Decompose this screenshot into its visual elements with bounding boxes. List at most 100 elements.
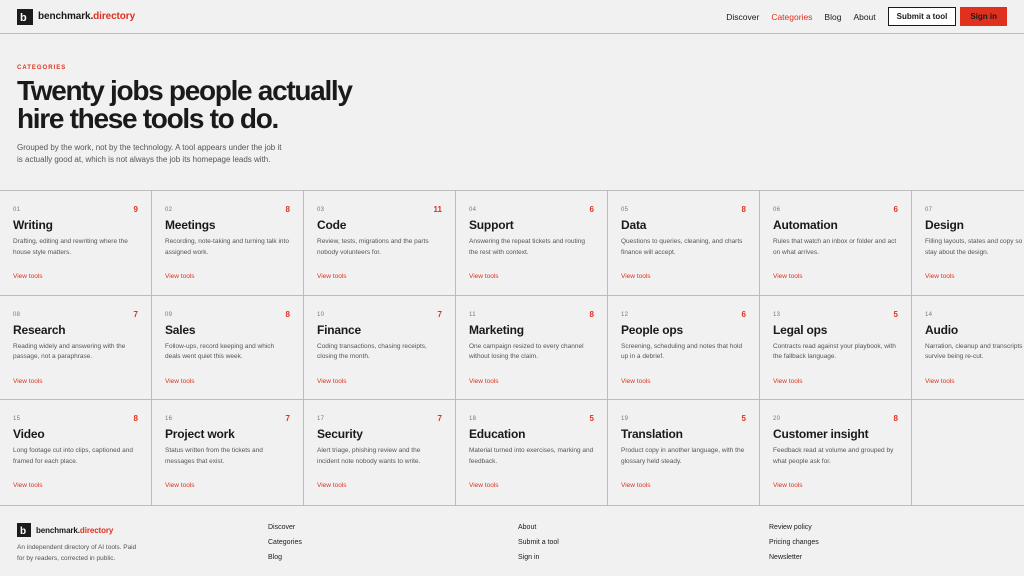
footer-col-1: Discover Categories Blog bbox=[268, 524, 302, 569]
category-card[interactable]: 08 7 Research Reading widely and answering … bbox=[0, 295, 152, 400]
nav-discover[interactable]: Discover bbox=[726, 12, 759, 22]
category-card[interactable]: 19 5 Translation Product copy in another la… bbox=[608, 400, 760, 505]
nav-blog[interactable]: Blog bbox=[824, 12, 841, 22]
category-title: Audio bbox=[925, 322, 958, 337]
view-tools-link[interactable]: View tools bbox=[621, 482, 651, 489]
footer-logo-text: benchmark.directory bbox=[36, 526, 113, 535]
view-tools-link[interactable]: View tools bbox=[469, 273, 499, 280]
category-card[interactable]: 05 8 Data Questions to queries, cleaning, a… bbox=[608, 191, 760, 296]
category-tool-count: 5 bbox=[589, 414, 594, 423]
title-line-2: hire these tools to do. bbox=[17, 103, 279, 134]
category-tool-count: 6 bbox=[589, 205, 594, 214]
category-description: Product copy in another language, with t… bbox=[621, 447, 745, 465]
category-number: 02 bbox=[165, 207, 173, 213]
site-header: b benchmark.directory Discover Categorie… bbox=[0, 0, 1024, 34]
view-tools-link[interactable]: View tools bbox=[925, 378, 955, 385]
footer-logo[interactable]: b benchmark.directory bbox=[17, 523, 113, 537]
category-card[interactable]: 18 5 Education Material turned into exercis… bbox=[456, 400, 608, 505]
category-tool-count: 8 bbox=[285, 309, 290, 319]
category-number: 07 bbox=[925, 207, 933, 213]
footer-link-about[interactable]: About bbox=[518, 524, 559, 531]
category-description: Questions to queries, cleaning, and char… bbox=[621, 238, 743, 256]
view-tools-link[interactable]: View tools bbox=[773, 482, 803, 489]
eyebrow-label: CATEGORIES bbox=[17, 65, 67, 71]
category-tool-count: 8 bbox=[741, 205, 746, 214]
view-tools-link[interactable]: View tools bbox=[317, 482, 347, 489]
footer-link-review-policy[interactable]: Review policy bbox=[769, 524, 819, 531]
category-title: Research bbox=[13, 322, 66, 337]
category-description: Contracts read against your playbook, wi… bbox=[773, 342, 896, 361]
view-tools-link[interactable]: View tools bbox=[165, 482, 195, 489]
hero-description: Grouped by the work, not by the technolo… bbox=[17, 143, 282, 164]
footer-link-newsletter[interactable]: Newsletter bbox=[769, 554, 819, 561]
hero: CATEGORIES Twenty jobs people actually h… bbox=[17, 65, 397, 166]
view-tools-link[interactable]: View tools bbox=[317, 273, 347, 280]
submit-tool-button[interactable]: Submit a tool bbox=[887, 7, 957, 26]
view-tools-link[interactable]: View tools bbox=[165, 273, 195, 280]
category-card[interactable]: 12 6 People ops Screening, scheduling and n… bbox=[608, 295, 760, 400]
category-tool-count: 8 bbox=[893, 414, 898, 423]
view-tools-link[interactable]: View tools bbox=[469, 482, 499, 489]
category-description: Answering the repeat tickets and routing… bbox=[469, 238, 585, 256]
logo-text: benchmark.directory bbox=[38, 11, 135, 22]
category-card[interactable]: 20 8 Customer insight Feedback read at volu… bbox=[760, 400, 912, 505]
view-tools-link[interactable]: View tools bbox=[165, 378, 195, 385]
category-card[interactable]: 03 11 Code Review, tests, migrations and th… bbox=[304, 191, 456, 296]
category-card[interactable]: 079DesignFilling layouts, states and cop… bbox=[912, 191, 1024, 296]
view-tools-link[interactable]: View tools bbox=[621, 378, 651, 385]
category-number: 16 bbox=[165, 416, 173, 422]
category-description: Review, tests, migrations and the parts … bbox=[317, 238, 429, 256]
category-card[interactable]: 147AudioNarration, cleanup and transcrip… bbox=[912, 296, 1024, 400]
view-tools-link[interactable]: View tools bbox=[317, 378, 347, 385]
logo-name: benchmark. bbox=[38, 11, 94, 22]
view-tools-link[interactable]: View tools bbox=[773, 273, 803, 280]
category-description: Narration, cleanup and transcripts that … bbox=[925, 342, 1024, 361]
category-description: Follow-ups, record keeping and which dea… bbox=[165, 342, 275, 361]
site-logo[interactable]: b benchmark.directory bbox=[17, 8, 135, 25]
category-number: 18 bbox=[469, 416, 477, 422]
category-description: Feedback read at volume and grouped by w… bbox=[773, 447, 894, 465]
view-tools-link[interactable]: View tools bbox=[13, 378, 43, 385]
nav-about[interactable]: About bbox=[853, 12, 875, 22]
category-card[interactable]: 11 8 Marketing One campaign resized to ever… bbox=[456, 295, 608, 400]
category-card[interactable]: 10 7 Finance Coding transactions, chasing r… bbox=[304, 295, 456, 400]
category-card[interactable]: 16 7 Project work Status written from the t… bbox=[152, 400, 304, 505]
category-card[interactable]: 02 8 Meetings Recording, note-taking and tu… bbox=[152, 191, 304, 296]
category-number: 11 bbox=[469, 311, 476, 318]
category-title: Meetings bbox=[165, 218, 216, 232]
category-title: Education bbox=[469, 427, 526, 441]
footer-link-categories[interactable]: Categories bbox=[268, 539, 302, 546]
logo-accent: directory bbox=[93, 11, 136, 22]
category-title: Project work bbox=[165, 427, 235, 441]
view-tools-link[interactable]: View tools bbox=[925, 273, 955, 280]
category-card[interactable]: 13 5 Legal ops Contracts read against your … bbox=[760, 295, 912, 400]
category-title: Customer insight bbox=[773, 427, 869, 441]
footer-link-pricing-changes[interactable]: Pricing changes bbox=[769, 539, 819, 546]
category-card[interactable]: 17 7 Security Alert triage, phishing review… bbox=[304, 400, 456, 505]
category-description: Alert triage, phishing review and the in… bbox=[317, 447, 421, 465]
category-card[interactable]: 01 9 Writing Drafting, editing and rewritin… bbox=[0, 191, 152, 296]
view-tools-link[interactable]: View tools bbox=[13, 273, 43, 280]
category-number: 06 bbox=[773, 207, 781, 213]
category-card[interactable]: 15 8 Video Long footage cut into clips, cap… bbox=[0, 400, 152, 505]
category-description: Drafting, editing and rewriting where th… bbox=[13, 238, 128, 256]
category-number: 17 bbox=[317, 416, 325, 422]
view-tools-link[interactable]: View tools bbox=[621, 273, 651, 280]
view-tools-link[interactable]: View tools bbox=[773, 378, 803, 385]
category-card[interactable]: 04 6 Support Answering the repeat tickets a… bbox=[456, 191, 608, 296]
category-number: 12 bbox=[621, 311, 629, 318]
footer-link-submit[interactable]: Submit a tool bbox=[518, 539, 559, 546]
category-card[interactable]: 06 6 Automation Rules that watch an inbox o… bbox=[760, 191, 912, 296]
view-tools-link[interactable]: View tools bbox=[13, 482, 43, 489]
footer-link-blog[interactable]: Blog bbox=[268, 554, 302, 561]
footer-link-discover[interactable]: Discover bbox=[268, 524, 302, 531]
category-title: Finance bbox=[317, 322, 361, 337]
nav-categories[interactable]: Categories bbox=[771, 12, 812, 22]
category-tool-count: 8 bbox=[589, 309, 594, 319]
category-number: 10 bbox=[317, 311, 325, 318]
footer-link-signin[interactable]: Sign in bbox=[518, 554, 559, 561]
category-card[interactable]: 09 8 Sales Follow-ups, record keeping and w… bbox=[152, 295, 304, 400]
view-tools-link[interactable]: View tools bbox=[469, 378, 499, 385]
category-description: Coding transactions, chasing receipts, c… bbox=[317, 342, 427, 361]
sign-in-button[interactable]: Sign in bbox=[960, 7, 1007, 26]
